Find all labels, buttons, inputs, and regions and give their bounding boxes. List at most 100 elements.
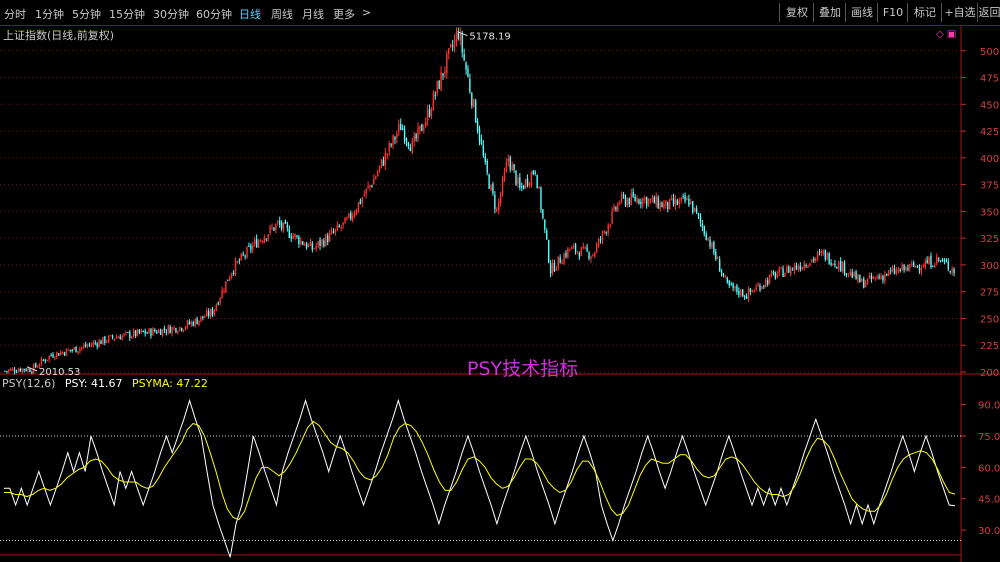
candle-body bbox=[843, 262, 846, 275]
price-tick-label: 350 bbox=[980, 207, 999, 218]
candle-body bbox=[132, 330, 135, 337]
candle-body bbox=[644, 197, 646, 200]
candle-body bbox=[163, 328, 166, 331]
candle-body bbox=[54, 357, 56, 359]
candle-body bbox=[822, 251, 825, 254]
candle-body bbox=[532, 170, 534, 174]
candle-body bbox=[27, 368, 29, 372]
candle-body bbox=[703, 226, 705, 234]
candle-body bbox=[277, 221, 279, 223]
candle-body bbox=[540, 187, 542, 211]
candle-body bbox=[620, 193, 623, 202]
candle-body bbox=[674, 199, 677, 206]
candle-body bbox=[267, 234, 269, 240]
candle-body bbox=[127, 332, 129, 334]
candle-body bbox=[238, 260, 241, 262]
candle-body bbox=[461, 33, 463, 53]
candle-body bbox=[517, 177, 519, 185]
candle-body bbox=[106, 341, 108, 343]
candle-body bbox=[916, 265, 919, 267]
candle-body bbox=[701, 223, 704, 228]
candle-body bbox=[503, 171, 506, 181]
psyma-value: PSYMA: 47.22 bbox=[132, 377, 208, 390]
candle-body bbox=[175, 328, 177, 333]
candle-body bbox=[595, 244, 598, 253]
candle-body bbox=[129, 331, 131, 339]
candle-body bbox=[205, 310, 208, 317]
candle-body bbox=[336, 224, 339, 230]
price-tick-label: 500 bbox=[980, 47, 999, 58]
candle-body bbox=[380, 159, 383, 166]
candle-body bbox=[864, 283, 867, 288]
candle-body bbox=[932, 266, 934, 268]
candle-body bbox=[350, 212, 352, 219]
candle-body bbox=[50, 354, 52, 356]
candle-body bbox=[711, 242, 713, 249]
candle-body bbox=[430, 110, 433, 117]
candle-body bbox=[61, 352, 64, 354]
candle-body bbox=[90, 344, 93, 346]
candle-body bbox=[884, 274, 886, 282]
candle-body bbox=[667, 201, 669, 209]
candle-body bbox=[889, 270, 892, 272]
candle-body bbox=[219, 297, 221, 304]
candle-body bbox=[680, 197, 682, 201]
candle-body bbox=[411, 141, 413, 154]
candle-body bbox=[912, 262, 915, 267]
candle-body bbox=[824, 249, 827, 260]
candle-body bbox=[471, 92, 473, 106]
candle-body bbox=[484, 156, 486, 162]
candle-body bbox=[11, 368, 14, 370]
candle-body bbox=[344, 217, 346, 224]
candle-body bbox=[315, 245, 317, 249]
candle-body bbox=[519, 177, 521, 188]
candle-body bbox=[125, 331, 127, 333]
candle-body bbox=[661, 202, 663, 208]
candle-body bbox=[428, 108, 431, 117]
candle-body bbox=[142, 330, 144, 332]
candle-body bbox=[419, 125, 421, 130]
candle-body bbox=[492, 184, 494, 194]
candle-body bbox=[409, 147, 412, 152]
candle-body bbox=[469, 78, 471, 93]
candle-body bbox=[209, 309, 212, 317]
candle-body bbox=[480, 139, 483, 144]
candle-body bbox=[134, 330, 137, 336]
candle-body bbox=[449, 44, 452, 47]
candle-body bbox=[832, 263, 834, 266]
candle-body bbox=[841, 262, 844, 272]
candle-body bbox=[35, 363, 37, 367]
candle-body bbox=[83, 345, 85, 348]
candle-body bbox=[776, 274, 778, 278]
candle-body bbox=[901, 264, 903, 271]
candle-body bbox=[328, 233, 331, 242]
candle-body bbox=[56, 352, 58, 357]
candle-body bbox=[104, 336, 106, 343]
candle-body bbox=[747, 289, 750, 299]
candle-body bbox=[123, 333, 125, 336]
candle-body bbox=[152, 328, 154, 336]
candle-body bbox=[757, 285, 759, 287]
candle-body bbox=[622, 194, 625, 197]
candle-body bbox=[373, 179, 375, 185]
candle-body bbox=[928, 257, 930, 265]
candle-body bbox=[434, 94, 437, 96]
candle-body bbox=[945, 260, 948, 263]
candle-body bbox=[332, 231, 335, 233]
candle-body bbox=[626, 199, 629, 207]
candle-body bbox=[486, 160, 488, 173]
candle-body bbox=[482, 145, 485, 156]
candle-body bbox=[636, 198, 638, 203]
candle-body bbox=[670, 198, 673, 200]
candle-body bbox=[261, 241, 264, 243]
candle-body bbox=[763, 285, 765, 287]
candle-body bbox=[250, 245, 252, 250]
candle-body bbox=[653, 197, 656, 204]
candle-body bbox=[188, 321, 191, 325]
indicator-tick-label: 60.0 bbox=[978, 463, 1000, 474]
candle-body bbox=[876, 277, 878, 279]
candle-body bbox=[768, 274, 771, 283]
candle-body bbox=[509, 157, 511, 170]
price-tick-label: 400 bbox=[980, 154, 999, 165]
candle-body bbox=[63, 352, 66, 356]
